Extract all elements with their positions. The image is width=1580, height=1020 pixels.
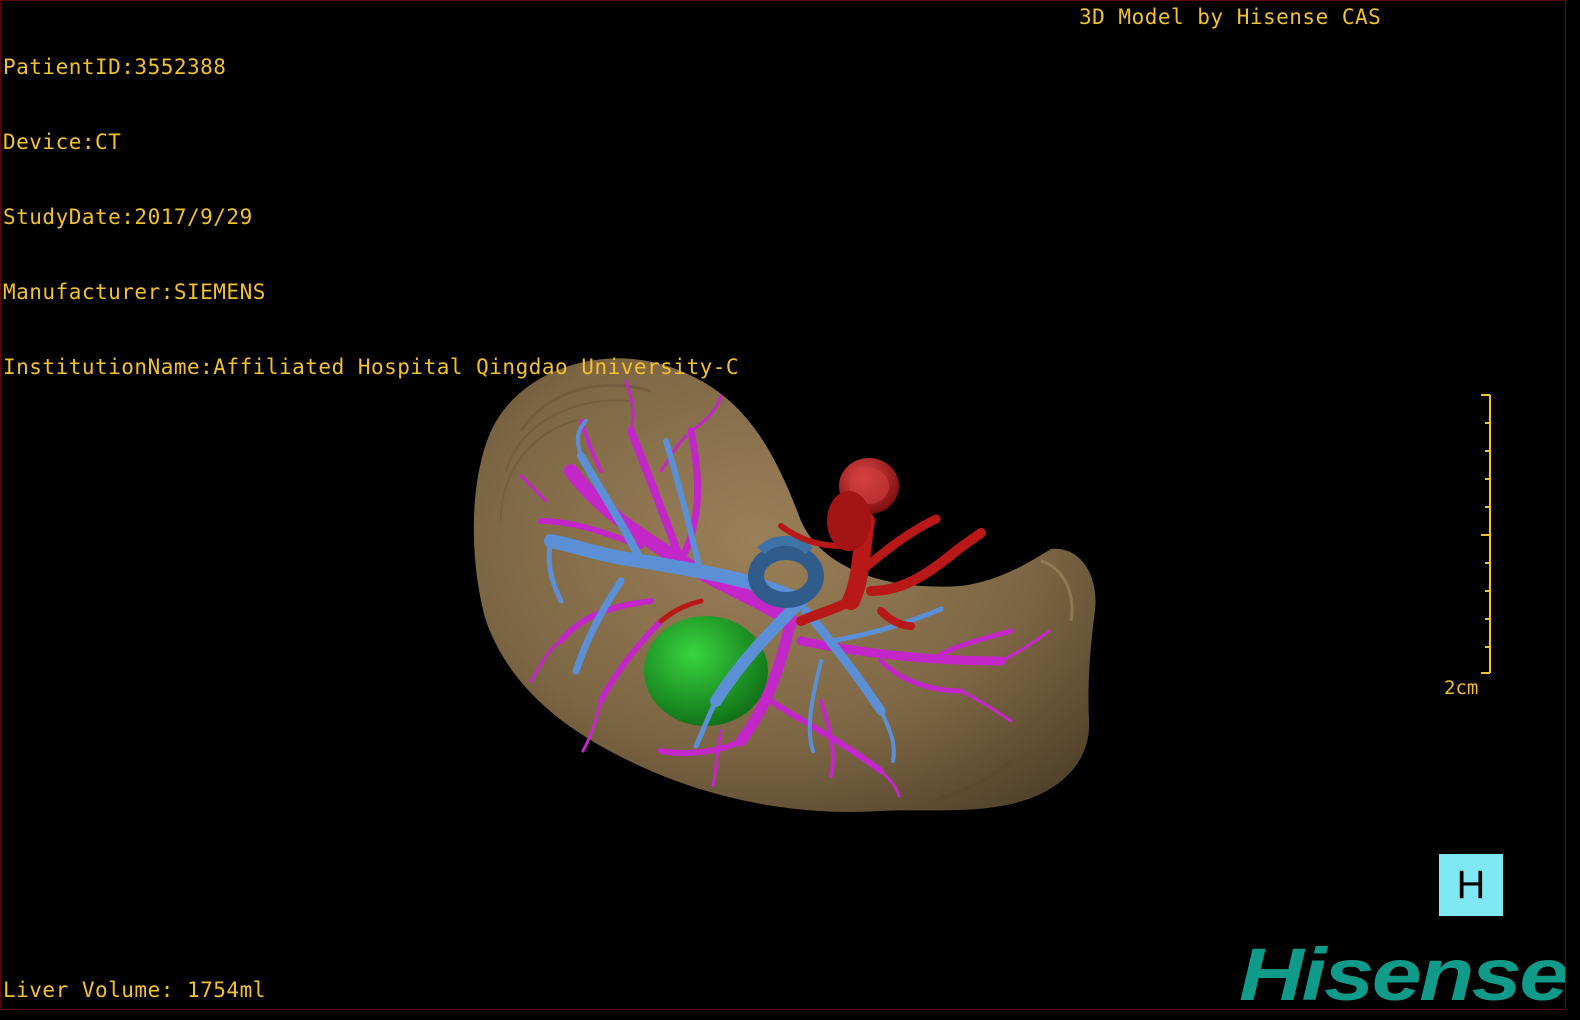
svg-text:Hisense: Hisense xyxy=(1239,936,1566,1010)
3d-viewport[interactable]: PatientID:3552388 Device:CT StudyDate:20… xyxy=(0,0,1566,1010)
model-credit: 3D Model by Hisense CAS xyxy=(1079,5,1382,29)
orientation-button[interactable]: H xyxy=(1439,854,1503,916)
study-date: StudyDate:2017/9/29 xyxy=(3,205,253,229)
liver-volume-readout: Liver Volume: 1754ml xyxy=(3,978,266,1002)
tumor xyxy=(644,616,768,726)
scale-bar-label: 2cm xyxy=(1444,677,1479,699)
study-info-panel: PatientID:3552388 Device:CT StudyDate:20… xyxy=(3,5,739,430)
patient-id: PatientID:3552388 xyxy=(3,55,227,79)
manufacturer: Manufacturer:SIEMENS xyxy=(3,280,266,304)
scale-bar xyxy=(1481,394,1491,674)
device: Device:CT xyxy=(3,130,122,154)
hisense-logo: Hisense xyxy=(1239,936,1566,1010)
institution-name: InstitutionName:Affiliated Hospital Qing… xyxy=(3,355,740,379)
